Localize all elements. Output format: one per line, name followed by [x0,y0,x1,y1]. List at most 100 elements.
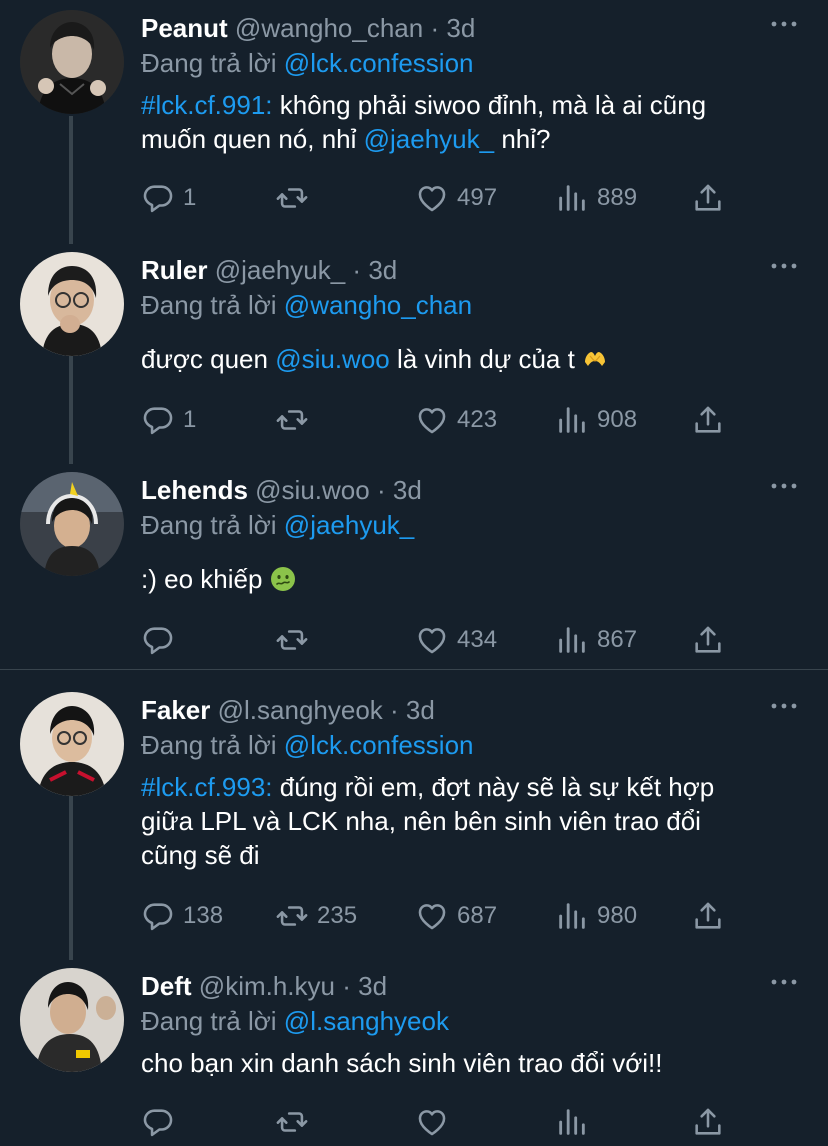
tweet-actions: 138 235 687 980 [141,896,741,936]
display-name[interactable]: Faker [141,695,210,725]
user-handle[interactable]: @jaehyuk_ [215,255,345,285]
tweet-header: Deft @kim.h.kyu · 3d [141,970,387,1002]
more-horizontal-icon[interactable] [770,14,798,34]
share-upload-icon [691,403,725,437]
like-button[interactable] [415,1102,457,1142]
separator-dot: · [390,695,399,725]
reply-count: 1 [183,406,197,433]
tweet-text: :) eo khiếp [141,562,801,596]
retweet-icon [275,623,309,657]
tweet-text: #lck.cf.993: đúng rồi em, đợt này sẽ là … [141,770,801,872]
timestamp[interactable]: 3d [393,475,422,505]
views-button[interactable]: 908 [555,400,637,440]
retweet-button[interactable]: 235 [275,896,357,936]
nauseated-face-emoji [270,567,295,591]
tweet-header: Ruler @jaehyuk_ · 3d [141,254,397,286]
heart-icon [415,1105,449,1139]
view-count: 889 [597,184,638,211]
tweet-text-segment: nhỉ? [494,124,551,154]
retweet-icon [275,899,309,933]
avatar[interactable] [20,10,124,114]
user-handle[interactable]: @wangho_chan [235,13,423,43]
tweet-text-segment: giữa LPL và LCK nha, nên bên sinh viên t… [141,806,701,836]
reply-thread-feed: Peanut @wangho_chan · 3d Đang trả lời @l… [0,0,828,1146]
display-name[interactable]: Peanut [141,13,228,43]
reply-button[interactable] [141,620,183,660]
share-button[interactable] [691,178,725,218]
share-button[interactable] [691,1102,725,1142]
tweet-actions: 434 867 [141,620,741,660]
replying-to-mention[interactable]: @jaehyuk_ [284,510,414,540]
timestamp[interactable]: 3d [446,13,475,43]
user-handle[interactable]: @kim.h.kyu [199,971,335,1001]
like-button[interactable]: 687 [415,896,497,936]
like-button[interactable]: 434 [415,620,497,660]
display-name[interactable]: Ruler [141,255,207,285]
replying-to-mention[interactable]: @lck.confession [284,730,474,760]
views-button[interactable] [555,1102,597,1142]
hashtag-link[interactable]: #lck.cf.991: [141,90,273,120]
share-button[interactable] [691,620,725,660]
more-horizontal-icon[interactable] [770,256,798,276]
views-button[interactable]: 867 [555,620,637,660]
timestamp[interactable]: 3d [368,255,397,285]
avatar[interactable] [20,968,124,1072]
replying-to-label: Đang trả lời [141,48,277,78]
avatar[interactable] [20,472,124,576]
like-count: 423 [457,406,498,433]
tweet[interactable]: Lehends @siu.woo · 3d Đang trả lời @jaeh… [0,466,828,668]
timestamp[interactable]: 3d [358,971,387,1001]
share-upload-icon [691,623,725,657]
tweet-text-segment: cũng sẽ đi [141,840,260,870]
like-button[interactable]: 497 [415,178,497,218]
avatar[interactable] [20,692,124,796]
replying-to-mention[interactable]: @lck.confession [284,48,474,78]
user-handle[interactable]: @l.sanghyeok [218,695,383,725]
replying-to-mention[interactable]: @l.sanghyeok [284,1006,449,1036]
like-button[interactable]: 423 [415,400,497,440]
share-button[interactable] [691,400,725,440]
user-handle[interactable]: @siu.woo [255,475,370,505]
tweet[interactable]: Faker @l.sanghyeok · 3d Đang trả lời @lc… [0,686,828,946]
reply-button[interactable]: 1 [141,178,196,218]
retweet-button[interactable] [275,400,317,440]
replying-to-mention[interactable]: @wangho_chan [284,290,472,320]
mention-link[interactable]: @jaehyuk_ [364,124,494,154]
tweet[interactable]: Peanut @wangho_chan · 3d Đang trả lời @l… [0,4,828,240]
replying-to: Đang trả lời @lck.confession [141,46,474,80]
like-count: 687 [457,902,498,929]
tweet[interactable]: Ruler @jaehyuk_ · 3d Đang trả lời @wangh… [0,246,828,466]
tweet-text-segment: là vinh dự của t [389,344,575,374]
retweet-button[interactable] [275,178,317,218]
reply-count: 138 [183,902,224,929]
avatar[interactable] [20,252,124,356]
display-name[interactable]: Deft [141,971,192,1001]
views-button[interactable]: 889 [555,178,637,218]
views-bar-chart-icon [555,403,589,437]
tweet-actions: 1 497 889 [141,178,741,218]
view-count: 980 [597,902,638,929]
display-name[interactable]: Lehends [141,475,248,505]
share-upload-icon [691,899,725,933]
retweet-button[interactable] [275,620,317,660]
reply-button[interactable]: 1 [141,400,196,440]
reply-button[interactable]: 138 [141,896,223,936]
retweet-button[interactable] [275,1102,317,1142]
more-horizontal-icon[interactable] [770,972,798,992]
reply-button[interactable] [141,1102,183,1142]
retweet-icon [275,403,309,437]
replying-to: Đang trả lời @jaehyuk_ [141,508,414,542]
more-horizontal-icon[interactable] [770,696,798,716]
share-button[interactable] [691,896,725,936]
mention-link[interactable]: @siu.woo [275,344,390,374]
timestamp[interactable]: 3d [406,695,435,725]
views-button[interactable]: 980 [555,896,637,936]
tweet-text: #lck.cf.991: không phải siwoo đỉnh, mà l… [141,88,801,156]
tweet[interactable]: Deft @kim.h.kyu · 3d Đang trả lời @l.san… [0,962,828,1146]
tweet-text: cho bạn xin danh sách sinh viên trao đổi… [141,1046,801,1080]
more-horizontal-icon[interactable] [770,476,798,496]
separator-dot: · [342,971,351,1001]
replying-to-label: Đang trả lời [141,290,277,320]
hashtag-link[interactable]: #lck.cf.993: [141,772,273,802]
tweet-header: Faker @l.sanghyeok · 3d [141,694,435,726]
